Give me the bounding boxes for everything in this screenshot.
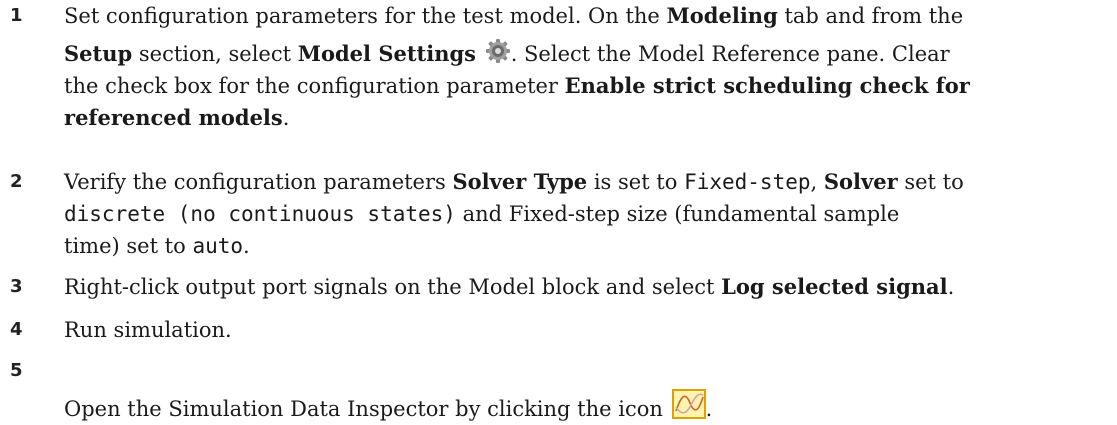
- step-text: .: [947, 275, 955, 299]
- log-selected-signal-label: Log selected signal: [721, 274, 948, 299]
- step-line: the check box for the configuration para…: [64, 70, 1110, 102]
- step-text: Right-click output port signals on the M…: [64, 275, 722, 299]
- step-line: Run simulation.: [64, 314, 1110, 346]
- step-body: Run simulation.: [64, 314, 1110, 346]
- step-text: is set to: [587, 170, 685, 194]
- step-text: Verify the configuration parameters: [64, 170, 453, 194]
- step-text: . Select the Model Reference pane. Clear: [510, 42, 950, 66]
- step-line: discrete (no continuous states) and Fixe…: [64, 198, 1110, 230]
- procedure-steps: 1 Set configuration parameters for the t…: [0, 0, 1117, 423]
- step-body: Verify the configuration parameters Solv…: [64, 166, 1110, 262]
- step-line: time) set to auto.: [64, 230, 1110, 262]
- step-line: Open the Simulation Data Inspector by cl…: [64, 389, 1110, 425]
- step-line: Set configuration parameters for the tes…: [64, 0, 1110, 32]
- step-text: set to: [897, 170, 964, 194]
- step-text: ,: [810, 170, 824, 194]
- solver-type-label: Solver Type: [452, 169, 588, 194]
- discrete-solver-code: discrete (no continuous states): [64, 202, 456, 226]
- step-number: 1: [10, 5, 23, 26]
- step-line: referenced models.: [64, 102, 1110, 134]
- model-settings-label: Model Settings: [297, 41, 476, 66]
- step-body: Set configuration parameters for the tes…: [64, 0, 1110, 134]
- step-number: 5: [10, 360, 23, 381]
- step-text: section, select: [132, 42, 298, 66]
- step-text: time) set to: [64, 234, 193, 258]
- step-text: and Fixed-step size (fundamental sample: [455, 202, 900, 226]
- step-line: Setup section, select Model Settings . S…: [64, 38, 1110, 70]
- step-line: Verify the configuration parameters Solv…: [64, 166, 1110, 198]
- gear-icon: [485, 39, 510, 63]
- step-number: 3: [10, 276, 23, 297]
- step-text: Set configuration parameters for the tes…: [64, 4, 667, 28]
- step-number: 2: [10, 171, 23, 192]
- fixed-step-code: Fixed-step: [684, 170, 811, 194]
- step-text: tab and from the: [777, 4, 964, 28]
- step-text: the check box for the configuration para…: [64, 74, 565, 98]
- step-line: Right-click output port signals on the M…: [64, 271, 1110, 303]
- referenced-models-label: referenced models: [64, 105, 283, 130]
- simulation-data-inspector-icon[interactable]: [671, 389, 706, 419]
- auto-code: auto: [192, 234, 244, 258]
- step-number: 4: [10, 319, 23, 340]
- setup-section-label: Setup: [64, 41, 133, 66]
- solver-label: Solver: [823, 169, 898, 194]
- step-body: Right-click output port signals on the M…: [64, 271, 1110, 303]
- step-text: .: [243, 234, 250, 258]
- step-body: Open the Simulation Data Inspector by cl…: [64, 389, 1110, 425]
- step-text: Run simulation.: [64, 318, 232, 342]
- strict-scheduling-param-label: Enable strict scheduling check for: [564, 73, 970, 98]
- step-text: .: [282, 106, 290, 130]
- step-text: .: [705, 397, 713, 421]
- step-text: Open the Simulation Data Inspector by cl…: [64, 397, 663, 421]
- modeling-tab-label: Modeling: [666, 3, 778, 28]
